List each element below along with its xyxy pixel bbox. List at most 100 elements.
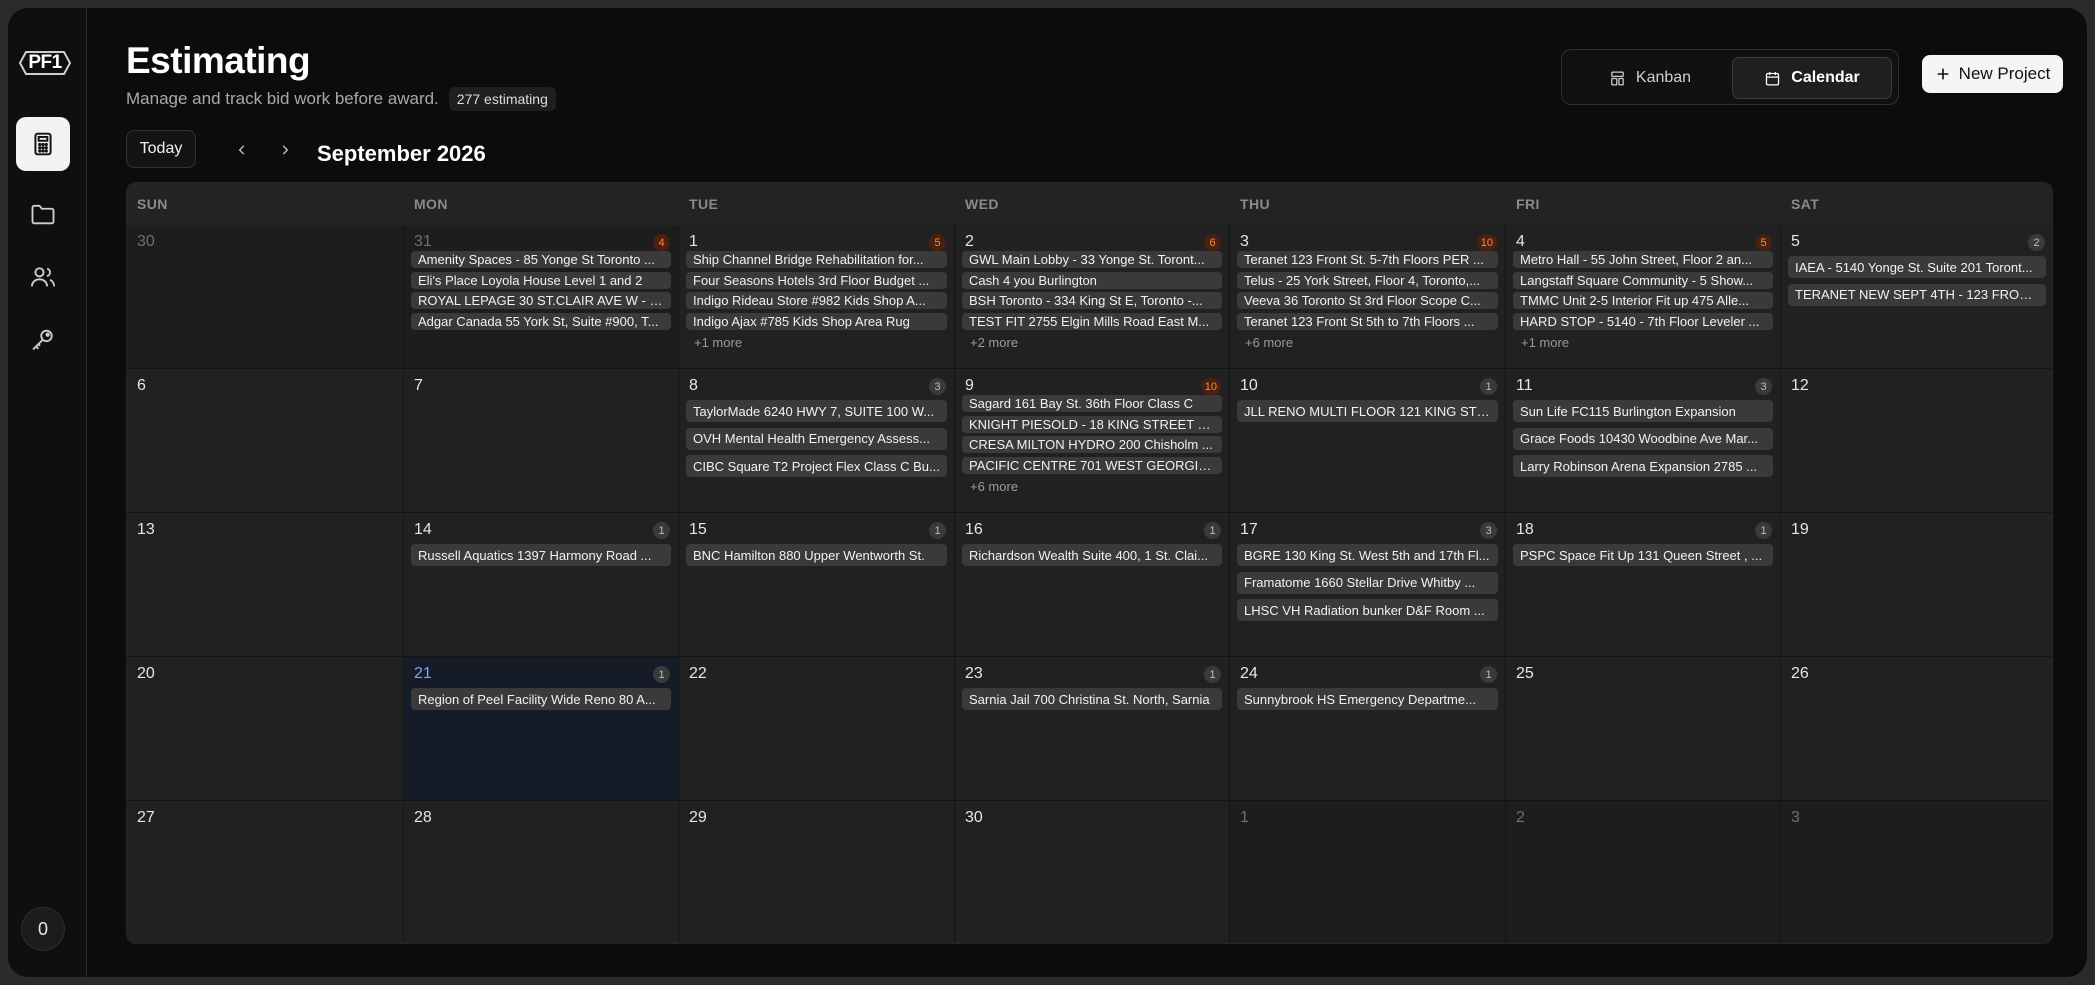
calendar-day-cell[interactable]: 16 1 Richardson Wealth Suite 400, 1 St. Cl… [955,513,1230,657]
next-month-button[interactable] [273,138,297,162]
calendar-day-cell[interactable]: 31 4 Amenity Spaces - 85 Yonge St Toronto … [404,225,679,369]
calendar-event[interactable]: Framatome 1660 Stellar Drive Whitby ... [1237,571,1498,594]
new-project-button[interactable]: New Project [1922,55,2063,93]
calendar-day-cell[interactable]: 23 1 Sarnia Jail 700 Christina St. North, … [955,657,1230,801]
calendar-day-cell[interactable]: 13 [127,513,404,657]
calendar-day-cell[interactable]: 11 3 Sun Life FC115 Burlington Expansion Gr… [1506,369,1781,513]
calendar-event[interactable]: Cash 4 you Burlington [962,271,1222,289]
calendar-event[interactable]: Sunnybrook HS Emergency Departme... [1237,688,1498,710]
calendar-event[interactable]: Teranet 123 Front St. 5-7th Floors PER .… [1237,251,1498,268]
calendar-event[interactable]: BSH Toronto - 334 King St E, Toronto -..… [962,292,1222,309]
calendar-day-cell[interactable]: 19 [1781,513,2052,657]
calendar-event[interactable]: Ship Channel Bridge Rehabilitation for..… [686,251,947,268]
calendar-event[interactable]: CIBC Square T2 Project Flex Class C Bu..… [686,455,947,477]
calendar-event[interactable]: GWL Main Lobby - 33 Yonge St. Toront... [962,251,1222,268]
calendar-day-cell[interactable]: 12 [1781,369,2052,513]
day-number: 18 [1516,521,1534,538]
calendar-day-cell[interactable]: 2 [1506,801,1781,943]
calendar-event[interactable]: ROYAL LEPAGE 30 ST.CLAIR AVE W - 11... [411,292,671,309]
app-logo[interactable]: PF1 [16,46,74,80]
calendar-day-cell[interactable]: 30 [955,801,1230,943]
calendar-day-cell[interactable]: 22 [679,657,955,801]
calendar-event[interactable]: TaylorMade 6240 HWY 7, SUITE 100 W... [686,400,947,422]
calendar-event[interactable]: Russell Aquatics 1397 Harmony Road ... [411,544,671,566]
calendar-day-cell[interactable]: 3 [1781,801,2052,943]
calendar-event[interactable]: Indigo Rideau Store #982 Kids Shop A... [686,292,947,309]
calendar-day-cell[interactable]: 10 1 JLL RENO MULTI FLOOR 121 KING STR... [1230,369,1506,513]
calendar-event[interactable]: Eli's Place Loyola House Level 1 and 2 [411,271,671,289]
calendar-day-cell[interactable]: 21 1 Region of Peel Facility Wide Reno 80 … [404,657,679,801]
calendar-event[interactable]: LHSC VH Radiation bunker D&F Room ... [1237,599,1498,621]
calendar-day-cell[interactable]: 14 1 Russell Aquatics 1397 Harmony Road ..… [404,513,679,657]
calendar-event[interactable]: Sun Life FC115 Burlington Expansion [1513,400,1773,422]
calendar-event[interactable]: Adgar Canada 55 York St, Suite #900, T..… [411,312,671,330]
calendar-event[interactable]: JLL RENO MULTI FLOOR 121 KING STR... [1237,400,1498,422]
calendar-day-cell[interactable]: 5 2 IAEA - 5140 Yonge St. Suite 201 Toront… [1781,225,2052,369]
today-button[interactable]: Today [126,130,196,168]
user-avatar[interactable]: 0 [21,907,65,951]
calendar-event[interactable]: Four Seasons Hotels 3rd Floor Budget ... [686,271,947,289]
tab-calendar[interactable]: Calendar [1732,57,1892,99]
calendar-event[interactable]: PSPC Space Fit Up 131 Queen Street , ... [1513,544,1773,566]
calendar-event[interactable]: Teranet 123 Front St 5th to 7th Floors .… [1237,312,1498,330]
calendar-event[interactable]: Amenity Spaces - 85 Yonge St Toronto ... [411,251,671,268]
calendar-event[interactable]: Region of Peel Facility Wide Reno 80 A..… [411,688,671,710]
calendar-event[interactable]: TEST FIT 2755 Elgin Mills Road East M... [962,312,1222,330]
calendar-day-cell[interactable]: 27 [127,801,404,943]
calendar-event[interactable]: CRESA MILTON HYDRO 200 Chisholm ... [962,436,1222,453]
calendar-day-cell[interactable]: 7 [404,369,679,513]
calendar-event[interactable]: Sarnia Jail 700 Christina St. North, Sar… [962,688,1222,710]
calendar-event[interactable]: Veeva 36 Toronto St 3rd Floor Scope C... [1237,292,1498,309]
calendar-day-cell[interactable]: 18 1 PSPC Space Fit Up 131 Queen Street , … [1506,513,1781,657]
calendar-day-cell[interactable]: 29 [679,801,955,943]
calendar-event[interactable]: TMMC Unit 2-5 Interior Fit up 475 Alle..… [1513,292,1773,309]
calendar-event[interactable]: HARD STOP - 5140 - 7th Floor Leveler ... [1513,312,1773,330]
calendar-event[interactable]: Sagard 161 Bay St. 36th Floor Class C [962,395,1222,412]
sidebar-item-users[interactable] [16,250,70,304]
more-events-link[interactable]: +6 more [1245,335,1293,350]
calendar-day-cell[interactable]: 9 10 Sagard 161 Bay St. 36th Floor Class C… [955,369,1230,513]
calendar-day-cell[interactable]: 3 10 Teranet 123 Front St. 5-7th Floors PE… [1230,225,1506,369]
calendar-day-cell[interactable]: 1 [1230,801,1506,943]
calendar-day-cell[interactable]: 15 1 BNC Hamilton 880 Upper Wentworth St. [679,513,955,657]
calendar-day-cell[interactable]: 1 5 Ship Channel Bridge Rehabilitation for… [679,225,955,369]
more-events-link[interactable]: +6 more [970,479,1018,494]
calendar-event[interactable]: IAEA - 5140 Yonge St. Suite 201 Toront..… [1788,256,2046,278]
calendar-day-cell[interactable]: 30 [127,225,404,369]
calendar-event-label: Region of Peel Facility Wide Reno 80 A..… [418,691,656,707]
calendar-event[interactable]: Larry Robinson Arena Expansion 2785 ... [1513,455,1773,477]
sidebar-item-estimating[interactable] [16,117,70,171]
sidebar-item-keys[interactable] [16,313,70,367]
calendar-day-cell[interactable]: 26 [1781,657,2052,801]
calendar-event[interactable]: Richardson Wealth Suite 400, 1 St. Clai.… [962,544,1222,566]
prev-month-button[interactable] [230,138,254,162]
more-events-link[interactable]: +2 more [970,335,1018,350]
calendar-event[interactable]: BGRE 130 King St. West 5th and 17th Fl..… [1237,544,1498,566]
calendar-event[interactable]: Metro Hall - 55 John Street, Floor 2 an.… [1513,251,1773,268]
calendar-event[interactable]: Grace Foods 10430 Woodbine Ave Mar... [1513,427,1773,450]
calendar-event[interactable]: KNIGHT PIESOLD - 18 KING STREET E -... [962,415,1222,433]
weekday-fri: FRI [1516,196,1540,212]
calendar-day-cell[interactable]: 17 3 BGRE 130 King St. West 5th and 17th F… [1230,513,1506,657]
estimating-count-badge: 277 estimating [448,87,556,111]
tab-kanban[interactable]: Kanban [1570,57,1730,99]
calendar-day-cell[interactable]: 4 5 Metro Hall - 55 John Street, Floor 2 a… [1506,225,1781,369]
calendar-event[interactable]: Langstaff Square Community - 5 Show... [1513,271,1773,289]
calendar-day-cell[interactable]: 20 [127,657,404,801]
calendar-event[interactable]: Telus - 25 York Street, Floor 4, Toronto… [1237,271,1498,289]
calendar-day-cell[interactable]: 8 3 TaylorMade 6240 HWY 7, SUITE 100 W... O… [679,369,955,513]
calendar-day-cell[interactable]: 24 1 Sunnybrook HS Emergency Departme... [1230,657,1506,801]
more-events-link[interactable]: +1 more [694,335,742,350]
calendar-day-cell[interactable]: 2 6 GWL Main Lobby - 33 Yonge St. Toront..… [955,225,1230,369]
calendar-event[interactable]: Indigo Ajax #785 Kids Shop Area Rug [686,312,947,330]
calendar-day-cell[interactable]: 6 [127,369,404,513]
calendar-day-cell[interactable]: 28 [404,801,679,943]
calendar-event[interactable]: PACIFIC CENTRE 701 WEST GEORGIA S... [962,456,1222,474]
more-events-link[interactable]: +1 more [1521,335,1569,350]
calendar-event[interactable]: OVH Mental Health Emergency Assess... [686,427,947,450]
calendar-event-label: BGRE 130 King St. West 5th and 17th Fl..… [1244,547,1490,563]
sidebar-item-projects[interactable] [16,187,70,241]
calendar-day-cell[interactable]: 25 [1506,657,1781,801]
calendar-event[interactable]: TERANET NEW SEPT 4TH - 123 FRONT ... [1788,283,2046,306]
calendar-event[interactable]: BNC Hamilton 880 Upper Wentworth St. [686,544,947,566]
